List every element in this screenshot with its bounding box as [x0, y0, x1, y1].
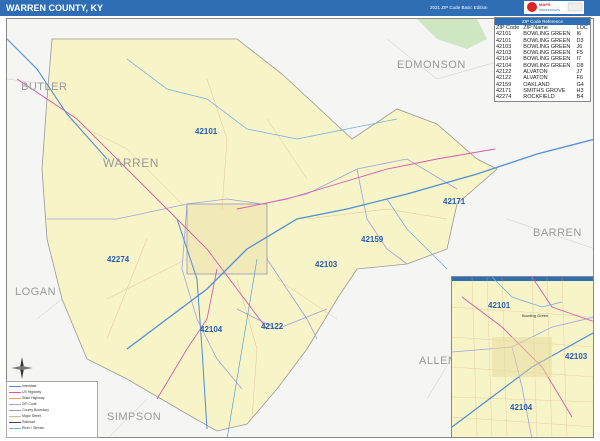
- legend-item: State Highway: [9, 396, 45, 400]
- county-label-butler: BUTLER: [21, 81, 68, 93]
- edition-label: 2021 ZIP Code Basic Edition: [430, 5, 488, 10]
- county-label-logan: LOGAN: [15, 286, 57, 298]
- legend-label: County Boundary: [21, 408, 50, 412]
- legend-item: River / Stream: [9, 426, 44, 430]
- inset-zip-label-42103[interactable]: 42103: [565, 352, 587, 361]
- north-arrow-icon: [11, 357, 33, 379]
- name-cell: ROCKFIELD: [523, 94, 555, 101]
- publisher-logo-icon: MAPS MARKETMAPS: [524, 1, 584, 14]
- map-title: WARREN COUNTY, KY: [6, 3, 104, 13]
- zip-table-grid: ZIP Code ZIP Name LOC 42101 BOWLING GREEN…: [495, 25, 590, 101]
- legend-label: Interstate: [21, 384, 37, 388]
- legend-item: ZIP Code: [9, 402, 37, 406]
- name-cell: BOWLING GREEN: [523, 56, 571, 63]
- table-row: 42274 ROCKFIELD B4: [495, 94, 590, 100]
- legend-item: Interstate: [9, 384, 37, 388]
- legend-item: Railroad: [9, 420, 35, 424]
- inset-zip-label-42101[interactable]: 42101: [488, 301, 510, 310]
- zip-label-42101[interactable]: 42101: [195, 127, 217, 136]
- legend-item: US Highway: [9, 390, 41, 394]
- legend-item: Major Street: [9, 414, 41, 418]
- legend-label: River / Stream: [21, 426, 45, 430]
- county-label-simpson: SIMPSON: [107, 411, 162, 423]
- zip-cell: 42274: [496, 94, 512, 101]
- title-bar: WARREN COUNTY, KY 2021 ZIP Code Basic Ed…: [0, 0, 600, 16]
- name-cell: BOWLING GREEN: [523, 37, 571, 44]
- inset-zip-label-42104[interactable]: 42104: [510, 403, 532, 412]
- zip-label-42103[interactable]: 42103: [315, 260, 337, 269]
- city-inset-map[interactable]: 42101 42103 42104 Bowling Green: [451, 276, 594, 438]
- zip-label-42274[interactable]: 42274: [107, 255, 129, 264]
- legend-label: US Highway: [21, 390, 42, 394]
- county-label-edmonson: EDMONSON: [397, 59, 466, 71]
- name-cell: BOWLING GREEN: [523, 31, 571, 38]
- legend-label: ZIP Code: [21, 402, 37, 406]
- county-label-warren: WARREN: [103, 156, 159, 170]
- zip-code-table: ZIP Code Reference ZIP Code ZIP Name LOC…: [494, 17, 591, 102]
- legend-label: Major Street: [21, 414, 42, 418]
- legend-label: Railroad: [21, 420, 36, 424]
- zip-label-42159[interactable]: 42159: [361, 235, 383, 244]
- zip-label-42122[interactable]: 42122: [261, 322, 283, 331]
- svg-text:MAPS: MAPS: [539, 2, 551, 7]
- county-label-barren: BARREN: [533, 227, 582, 239]
- legend-item: County Boundary: [9, 408, 49, 412]
- loc-cell: B4: [576, 94, 584, 101]
- zip-table-header-band: ZIP Code Reference: [495, 18, 590, 25]
- zip-label-42171[interactable]: 42171: [443, 197, 465, 206]
- legend-label: State Highway: [21, 396, 45, 400]
- zip-label-42104[interactable]: 42104: [200, 325, 222, 334]
- svg-text:MARKETMAPS: MARKETMAPS: [539, 8, 560, 12]
- map-legend: Interstate US Highway State Highway ZIP …: [6, 381, 98, 438]
- inset-city-label: Bowling Green: [522, 313, 549, 318]
